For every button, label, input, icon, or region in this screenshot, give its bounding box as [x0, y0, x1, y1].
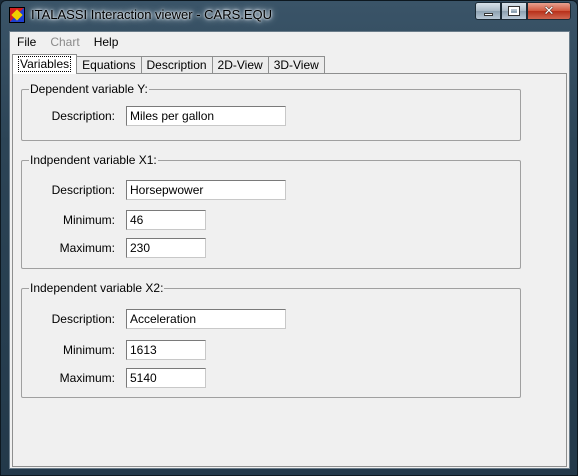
minimize-button[interactable] [475, 2, 501, 20]
independent-x1-legend: Indpendent variable X1: [29, 153, 158, 167]
x1-minimum-label: Minimum: [62, 213, 115, 227]
tab-strip: Variables Equations Description 2D-View … [12, 54, 325, 74]
x2-maximum-field[interactable]: 5140 [126, 368, 206, 388]
tab-3d-view[interactable]: 3D-View [267, 56, 325, 74]
menu-file[interactable]: File [10, 32, 43, 52]
x1-description-label: Description: [51, 183, 115, 197]
window-title: ITALASSI Interaction viewer - CARS.EQU [31, 7, 273, 22]
x1-minimum-field[interactable]: 46 [126, 210, 206, 230]
window-controls: ✕ [475, 2, 571, 20]
tab-equations[interactable]: Equations [76, 56, 142, 74]
dependent-variable-legend: Dependent variable Y: [29, 82, 149, 96]
tab-2d-view-label: 2D-View [217, 58, 263, 72]
tab-description[interactable]: Description [140, 56, 213, 74]
tab-3d-view-label: 3D-View [273, 58, 319, 72]
tab-2d-view[interactable]: 2D-View [211, 56, 269, 74]
close-icon: ✕ [543, 3, 555, 19]
dependent-description-label: Description: [51, 109, 115, 123]
menu-help[interactable]: Help [87, 32, 126, 52]
maximize-icon [508, 6, 520, 16]
x2-maximum-label: Maximum: [59, 371, 115, 385]
x1-maximum-field[interactable]: 230 [126, 238, 206, 258]
variables-panel: Dependent variable Y: Description: Miles… [12, 73, 567, 467]
dependent-description-field[interactable]: Miles per gallon [126, 106, 286, 126]
x2-description-field[interactable]: Acceleration [126, 309, 286, 329]
maximize-button[interactable] [501, 2, 527, 20]
client-area: File Chart Help Variables Equations Desc… [9, 31, 570, 469]
tab-variables-label: Variables [18, 56, 72, 72]
independent-x1-group: Indpendent variable X1: Description: Hor… [21, 153, 521, 269]
x1-description-field[interactable]: Horsepwower [126, 180, 286, 200]
tab-equations-label: Equations [82, 58, 136, 72]
dependent-variable-group: Dependent variable Y: Description: Miles… [21, 82, 521, 141]
close-button[interactable]: ✕ [527, 2, 571, 20]
tab-description-label: Description [146, 58, 207, 72]
menu-chart[interactable]: Chart [43, 32, 86, 52]
x2-minimum-field[interactable]: 1613 [126, 340, 206, 360]
minimize-icon [483, 12, 493, 16]
menu-bar: File Chart Help [10, 32, 569, 52]
independent-x2-group: Independent variable X2: Description: Ac… [21, 281, 521, 398]
title-bar[interactable]: ITALASSI Interaction viewer - CARS.EQU ✕ [1, 1, 577, 31]
x1-maximum-label: Maximum: [59, 241, 115, 255]
tab-variables[interactable]: Variables [12, 54, 78, 74]
app-icon[interactable] [9, 7, 25, 23]
app-window: ITALASSI Interaction viewer - CARS.EQU ✕… [0, 0, 578, 476]
x2-description-label: Description: [51, 312, 115, 326]
independent-x2-legend: Independent variable X2: [29, 281, 165, 295]
x2-minimum-label: Minimum: [62, 343, 115, 357]
